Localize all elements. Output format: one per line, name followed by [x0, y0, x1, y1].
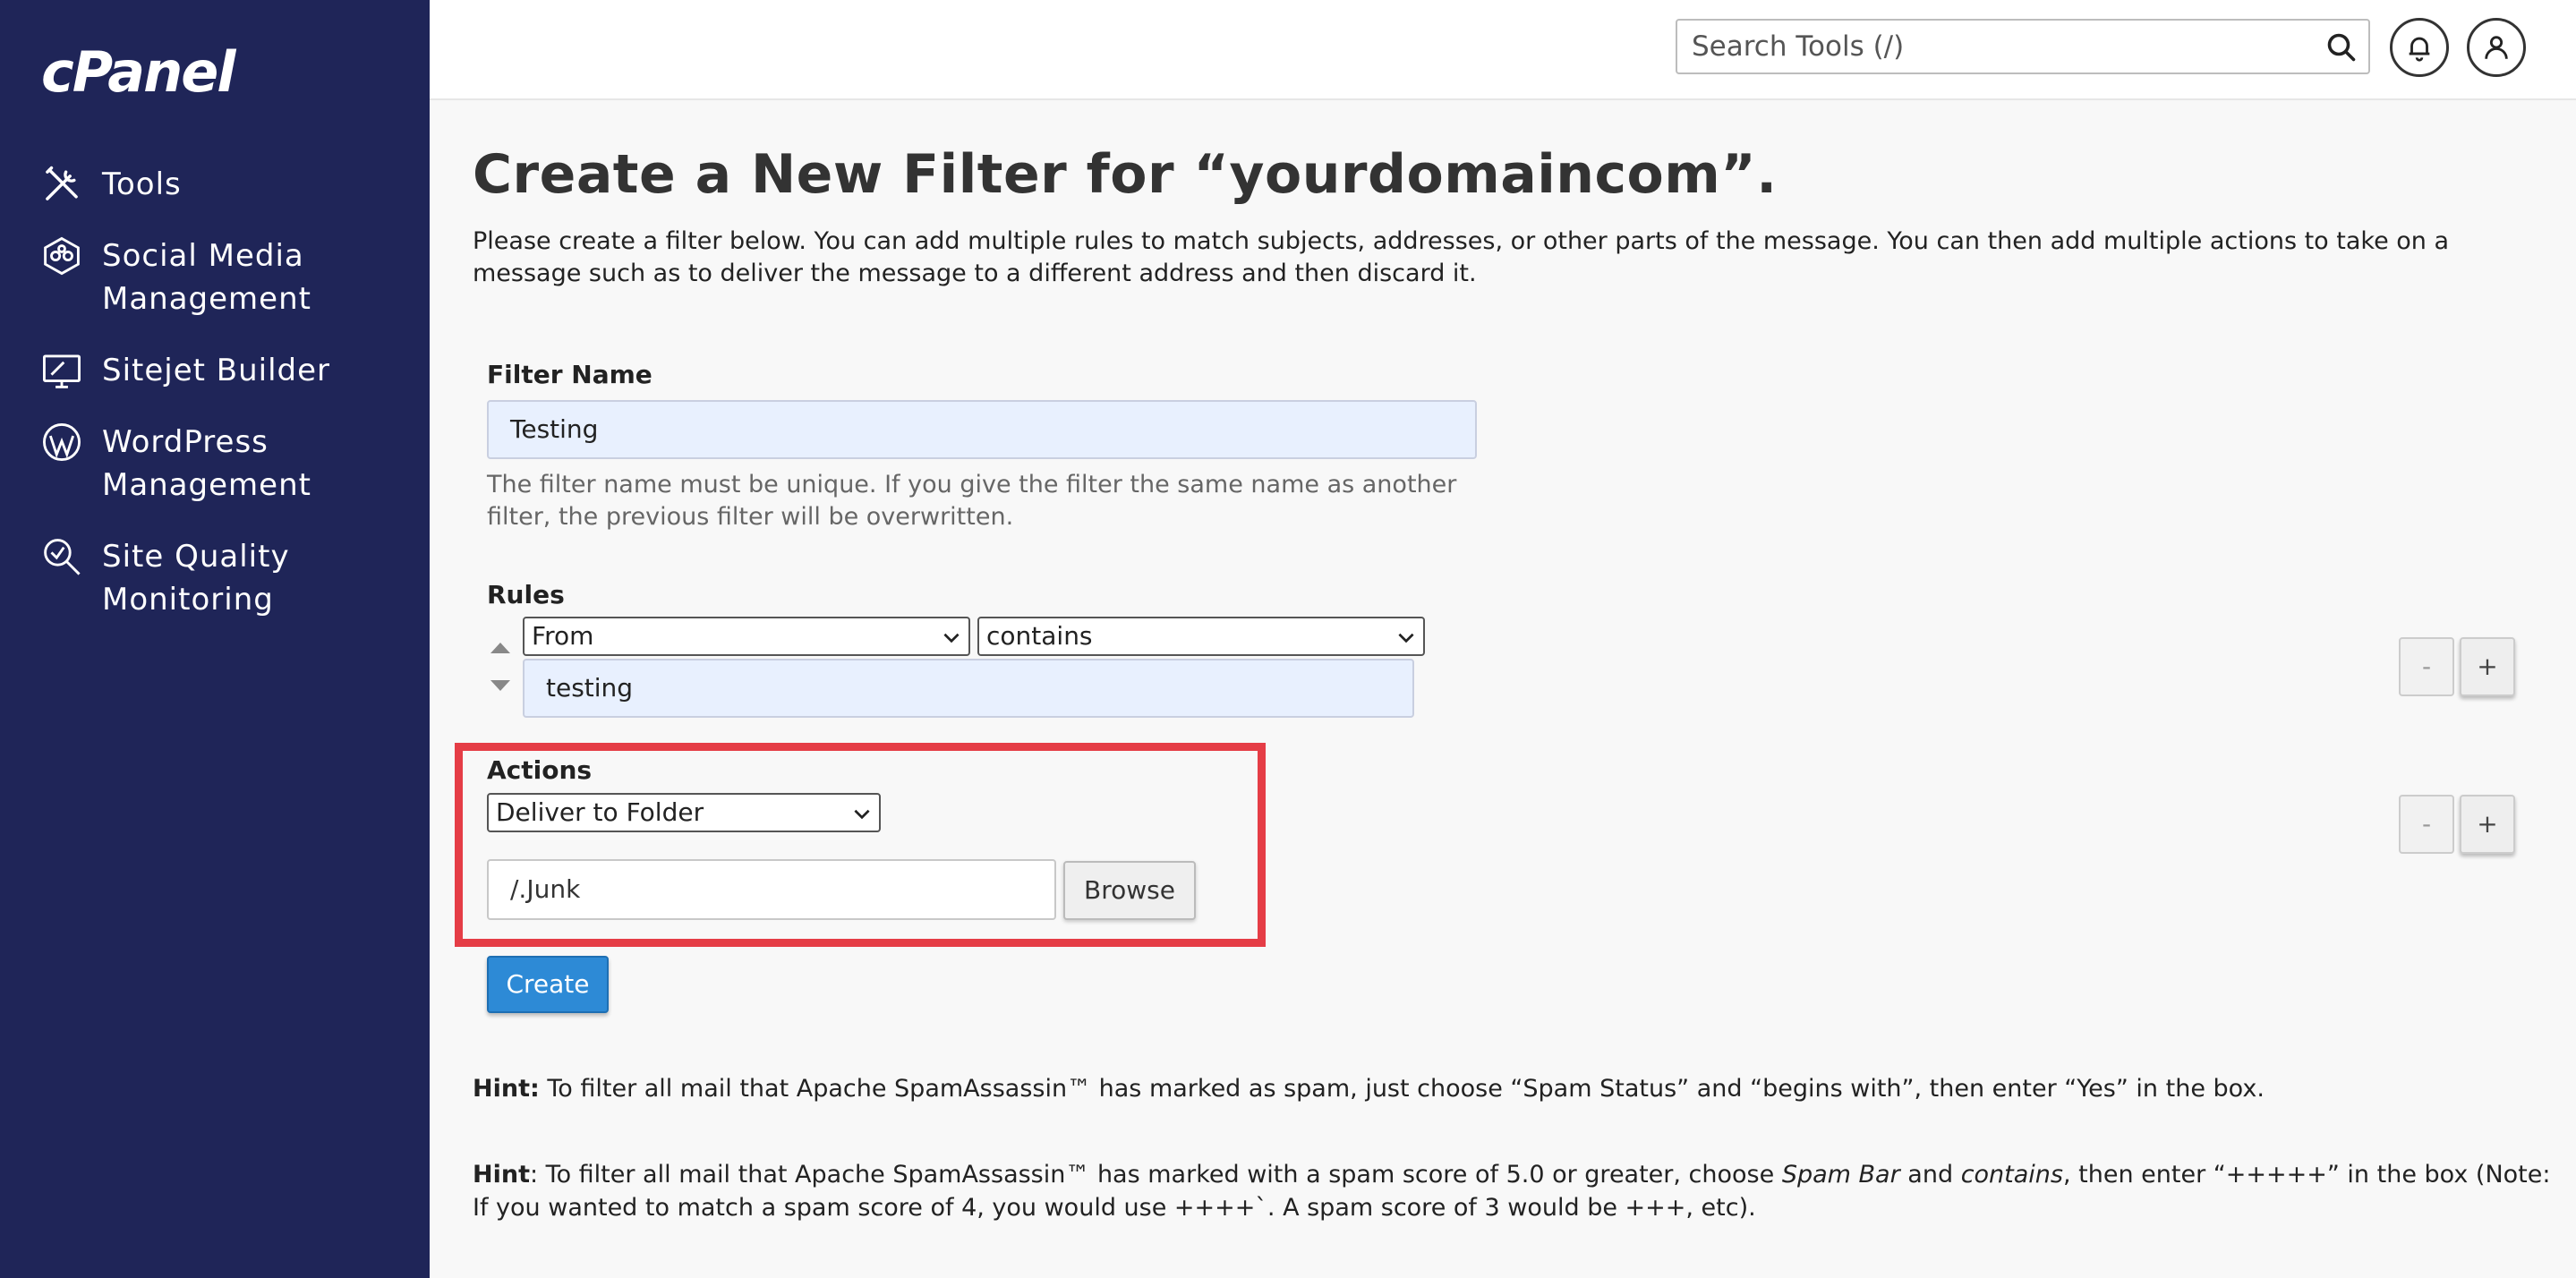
sidebar-item-label: Social Media Management [102, 238, 311, 317]
sitejet-icon [41, 349, 86, 392]
wordpress-icon [41, 421, 86, 464]
sidebar-item-wordpress[interactable]: WordPress Management [41, 421, 388, 507]
social-media-icon [41, 234, 86, 277]
add-action-button[interactable]: + [2460, 795, 2515, 854]
tools-icon [41, 163, 86, 206]
search-input[interactable] [1692, 26, 2300, 67]
sidebar-item-label: WordPress Management [102, 424, 311, 503]
sidebar-item-sitejet[interactable]: Sitejet Builder [41, 349, 388, 392]
move-rule-down-icon[interactable] [490, 680, 510, 691]
rule-operator-value: contains [986, 621, 1093, 651]
hint-text: and [1899, 1161, 1961, 1189]
search-box[interactable] [1676, 19, 2370, 74]
action-select[interactable]: Deliver to Folder [487, 793, 881, 832]
filter-name-label: Filter Name [487, 360, 653, 389]
user-menu-button[interactable] [2467, 18, 2526, 77]
sidebar-item-label: Tools [102, 166, 182, 202]
rule-value-input[interactable]: testing [523, 659, 1414, 718]
page-title: Create a New Filter for “yourdomaincom”. [473, 143, 1778, 206]
create-button[interactable]: Create [487, 956, 609, 1013]
notifications-button[interactable] [2390, 18, 2449, 77]
rule-operator-select[interactable]: contains [977, 617, 1425, 656]
browse-button[interactable]: Browse [1063, 861, 1196, 920]
filter-name-help: The filter name must be unique. If you g… [487, 471, 1457, 531]
hint-prefix: Hint: [473, 1075, 540, 1103]
hint-text: : To filter all mail that Apache SpamAss… [529, 1161, 1782, 1189]
actions-label: Actions [487, 755, 593, 785]
cpanel-logo[interactable]: cPanel [41, 39, 236, 105]
hint-emphasis: Spam Bar [1781, 1161, 1900, 1189]
hint-spam-bar: Hint: To filter all mail that Apache Spa… [473, 1158, 2558, 1224]
rule-field-select[interactable]: From [523, 617, 970, 656]
rules-label: Rules [487, 580, 565, 609]
filter-name-input[interactable]: Testing [487, 400, 1477, 459]
site-quality-icon [41, 535, 86, 578]
sidebar-item-site-quality[interactable]: Site Quality Monitoring [41, 535, 388, 621]
hint-emphasis: contains [1960, 1161, 2063, 1189]
sidebar-item-label: Site Quality Monitoring [102, 539, 290, 618]
intro-text: Please create a filter below. You can ad… [473, 227, 2450, 287]
action-select-value: Deliver to Folder [496, 797, 704, 827]
search-icon[interactable] [2325, 31, 2358, 64]
remove-rule-button[interactable]: - [2399, 637, 2454, 696]
hint-spam-status: Hint: To filter all mail that Apache Spa… [473, 1072, 2558, 1105]
sidebar-item-label: Sitejet Builder [102, 353, 331, 388]
chevron-down-icon [854, 809, 870, 820]
rule-field-value: From [532, 621, 594, 651]
sidebar: cPanel Tools Social Media Management Sit… [0, 0, 430, 1278]
add-rule-button[interactable]: + [2460, 637, 2515, 696]
hint-text: To filter all mail that Apache SpamAssas… [539, 1075, 2265, 1103]
chevron-down-icon [1398, 633, 1414, 643]
move-rule-up-icon[interactable] [490, 643, 510, 653]
remove-action-button[interactable]: - [2399, 795, 2454, 854]
user-icon [2485, 36, 2508, 59]
hint-prefix: Hint [473, 1161, 530, 1189]
sidebar-item-social-media[interactable]: Social Media Management [41, 234, 388, 320]
bell-icon [2409, 37, 2430, 62]
chevron-down-icon [943, 633, 960, 643]
sidebar-item-tools[interactable]: Tools [41, 163, 388, 206]
folder-path-input[interactable]: /.Junk [487, 859, 1056, 920]
